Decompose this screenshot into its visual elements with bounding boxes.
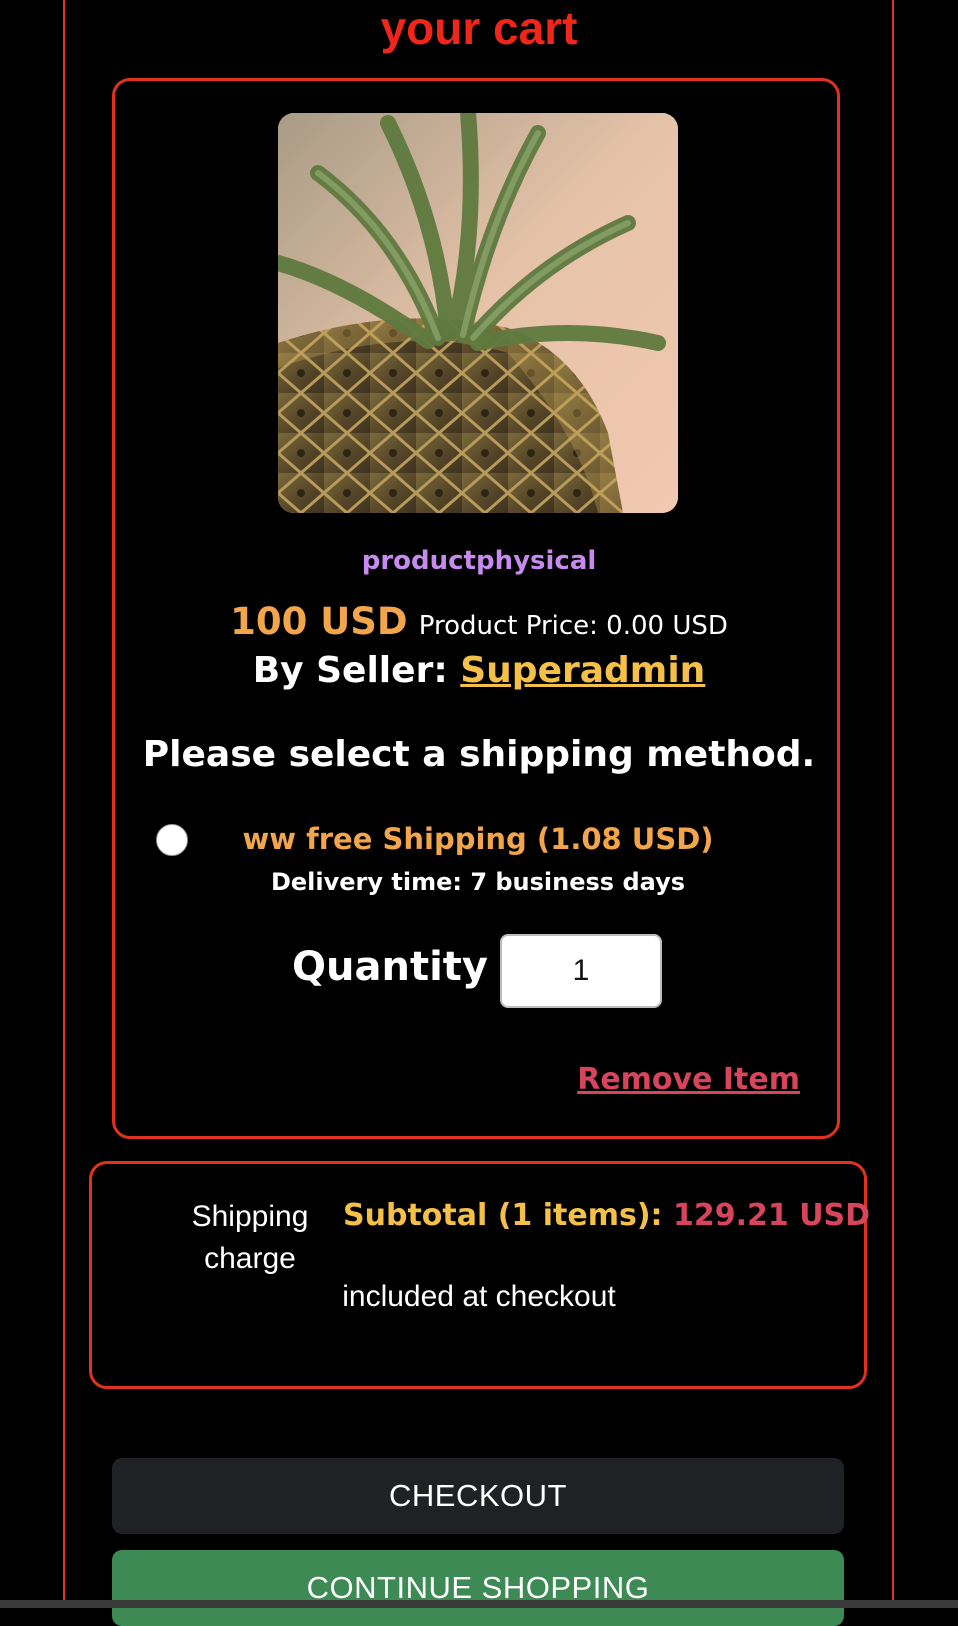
product-image bbox=[278, 113, 678, 513]
page-frame-left bbox=[63, 0, 65, 1608]
price-line: 100 USD Product Price: 0.00 USD bbox=[0, 600, 958, 643]
continue-shopping-button[interactable]: CONTINUE SHOPPING bbox=[112, 1550, 844, 1626]
seller-line: By Seller: Superadmin bbox=[0, 650, 958, 691]
remove-item-link[interactable]: Remove Item bbox=[577, 1062, 800, 1097]
delivery-time: Delivery time: 7 business days bbox=[270, 868, 686, 896]
quantity-label: Quantity : bbox=[292, 944, 518, 990]
shipping-option-name[interactable]: ww free Shipping (1.08 USD) bbox=[200, 822, 756, 856]
bottom-scroll-bar bbox=[0, 1600, 958, 1608]
page-title: your cart bbox=[380, 2, 578, 54]
item-price: 100 USD bbox=[230, 600, 408, 643]
subtotal-line: Subtotal (1 items): 129.21 USD bbox=[343, 1198, 870, 1233]
seller-link[interactable]: Superadmin bbox=[460, 650, 705, 691]
subtotal-value: 129.21 USD bbox=[672, 1198, 871, 1233]
page-frame-right bbox=[892, 0, 894, 1608]
product-price: Product Price: 0.00 USD bbox=[418, 611, 728, 641]
shipping-heading: Please select a shipping method. bbox=[142, 734, 816, 775]
shipping-option-radio[interactable] bbox=[156, 824, 188, 856]
pineapple-icon bbox=[278, 113, 678, 513]
checkout-button[interactable]: CHECKOUT bbox=[112, 1458, 844, 1534]
seller-prefix: By Seller: bbox=[252, 650, 461, 691]
product-name[interactable]: productphysical bbox=[0, 546, 958, 576]
included-note: included at checkout bbox=[342, 1280, 616, 1313]
shipping-charge-label: Shipping charge bbox=[191, 1200, 309, 1275]
quantity-input[interactable] bbox=[500, 934, 662, 1008]
subtotal-label: Subtotal (1 items): bbox=[343, 1198, 663, 1233]
